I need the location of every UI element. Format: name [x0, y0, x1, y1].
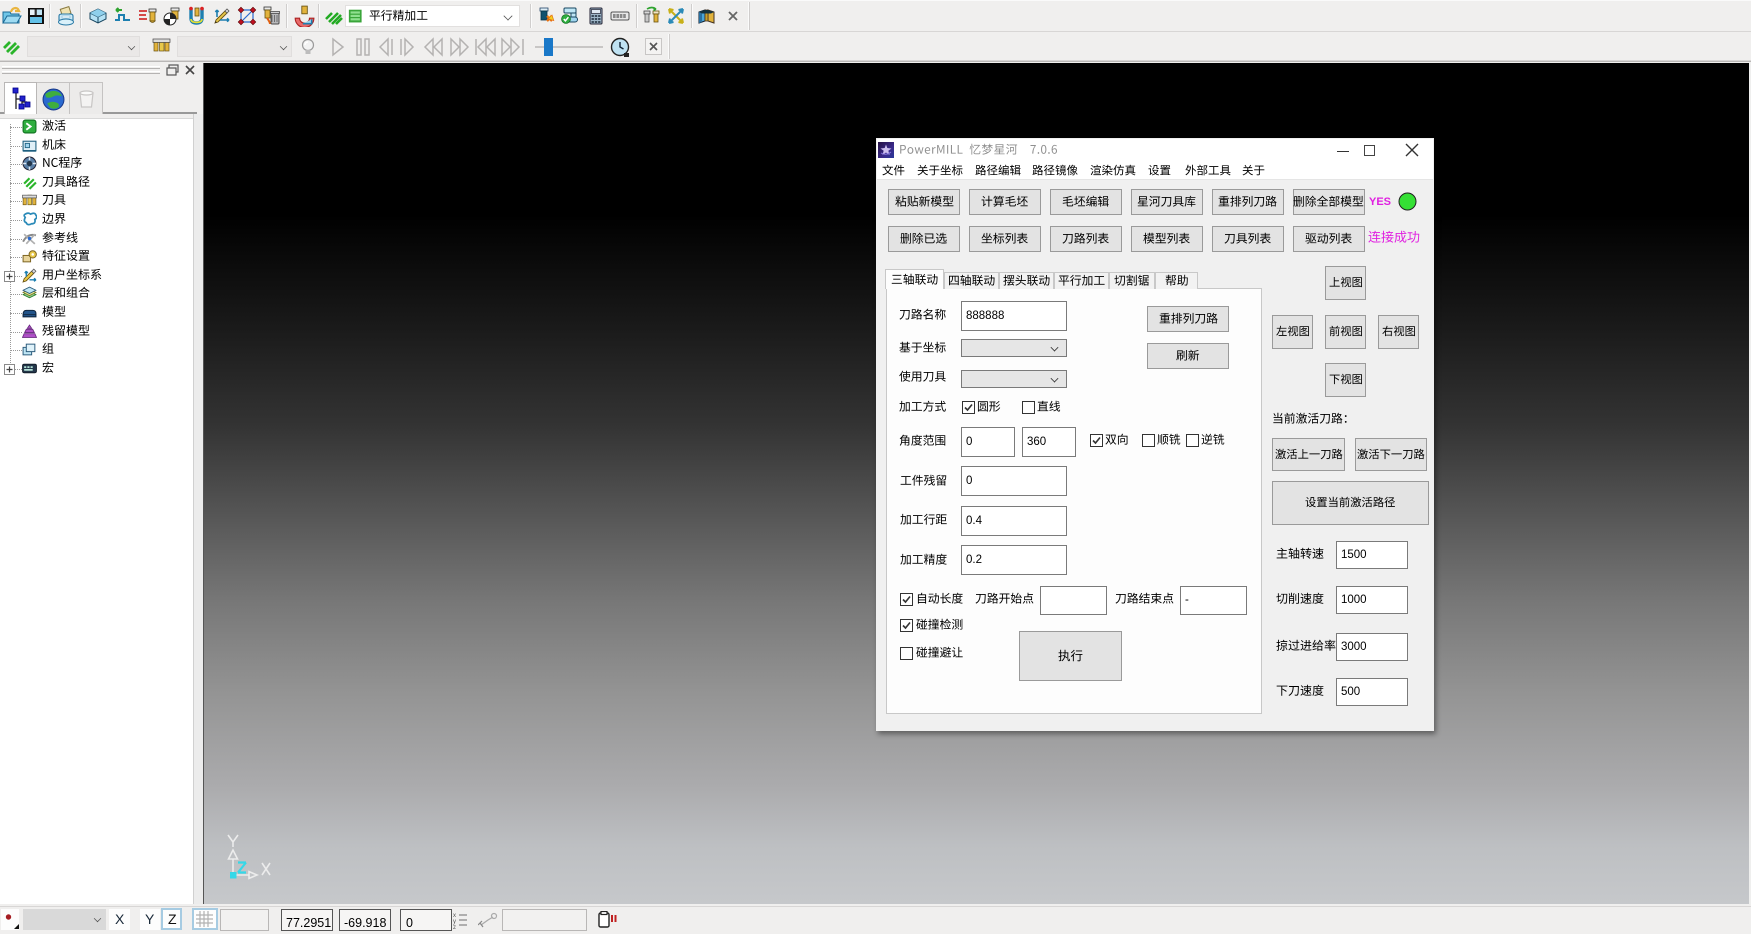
svg-text:z: z	[453, 925, 456, 929]
